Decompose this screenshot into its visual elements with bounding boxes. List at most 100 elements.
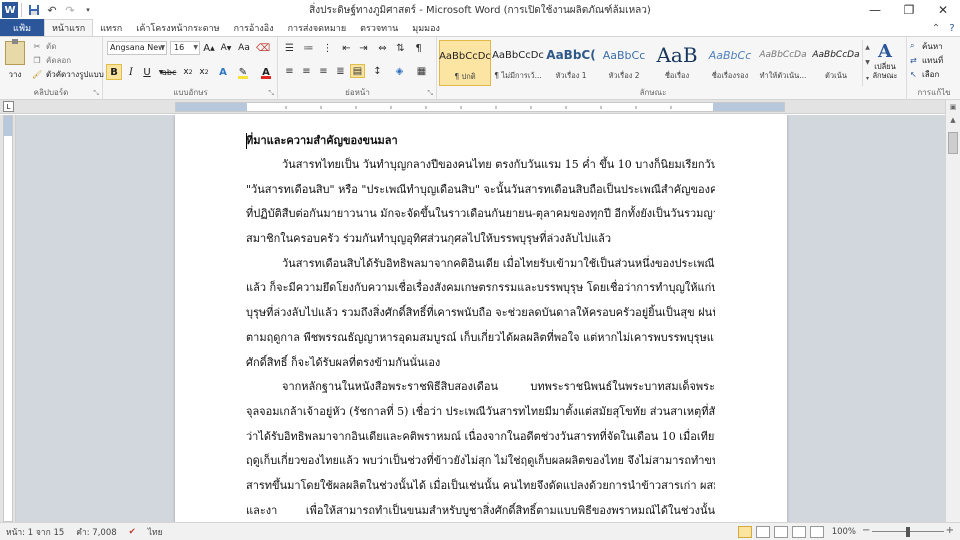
strikethrough-button[interactable]: abc bbox=[162, 64, 176, 80]
style-emphasis[interactable]: AaBbCcDa ตัวเน้น bbox=[810, 40, 862, 86]
align-center-icon[interactable]: ≡ bbox=[299, 64, 314, 78]
style-heading-1[interactable]: AaBbC( หัวเรื่อง 1 bbox=[545, 40, 597, 86]
font-color-button[interactable]: A bbox=[259, 64, 273, 80]
font-size-box[interactable]: 16 ▼ bbox=[170, 41, 200, 55]
font-group: Angsana New ( ▼ 16 ▼ A ▲ A ▼ Aa ⌫ B I U ▼ … bbox=[104, 37, 278, 100]
status-right: 100% − + bbox=[736, 525, 960, 538]
tab-home[interactable]: หน้าแรก bbox=[44, 19, 94, 36]
font-name-box[interactable]: Angsana New ( ▼ bbox=[107, 41, 167, 55]
tab-page-layout[interactable]: เค้าโครงหน้ากระดาษ bbox=[129, 20, 226, 36]
clear-formatting-icon[interactable]: ⌫ bbox=[256, 40, 270, 56]
tab-file[interactable]: แฟ้ม bbox=[0, 19, 44, 36]
style-name: ชื่อเรื่อง bbox=[664, 71, 690, 80]
align-right-icon[interactable]: ≡ bbox=[316, 64, 331, 78]
copy-icon: ❐ bbox=[33, 56, 41, 65]
sort-icon[interactable]: ⇅ bbox=[393, 41, 408, 55]
web-layout-view-button[interactable] bbox=[773, 525, 788, 538]
ruler-track[interactable] bbox=[175, 102, 785, 112]
undo-icon[interactable]: ↶ bbox=[43, 1, 61, 19]
spelling-check-icon[interactable]: ✔ bbox=[123, 527, 142, 537]
document-body[interactable]: ที่มาและความสำคัญของขนมลา วันสารทไทยเป็น… bbox=[246, 129, 715, 522]
tab-references[interactable]: การอ้างอิง bbox=[227, 20, 281, 36]
paste-button[interactable]: วาง bbox=[3, 39, 27, 83]
zoom-in-icon[interactable]: + bbox=[946, 525, 954, 536]
redo-icon[interactable]: ↷ bbox=[61, 1, 79, 19]
scroll-up-icon[interactable]: ▲ bbox=[946, 113, 960, 126]
style-normal[interactable]: AaBbCcDc ¶ ปกติ bbox=[439, 40, 491, 86]
dialog-launcher-icon[interactable]: ⤡ bbox=[427, 89, 433, 98]
zoom-slider-knob[interactable] bbox=[906, 526, 910, 537]
vertical-ruler bbox=[0, 115, 16, 522]
ruler-toggle-icon[interactable]: ▣ bbox=[946, 100, 960, 113]
full-screen-reading-view-button[interactable] bbox=[755, 525, 770, 538]
bold-button[interactable]: B bbox=[106, 64, 122, 80]
tab-insert[interactable]: แทรก bbox=[93, 20, 129, 36]
justify-icon[interactable]: ≣ bbox=[333, 64, 348, 78]
find-button[interactable]: ⌕ ค้นหา bbox=[910, 40, 943, 52]
text-effects-button[interactable]: A bbox=[216, 64, 230, 80]
highlight-button[interactable]: ✎ bbox=[236, 64, 250, 80]
style-title[interactable]: AaB ชื่อเรื่อง bbox=[651, 40, 703, 86]
vertical-scrollbar[interactable]: ▣ ▲ bbox=[945, 100, 960, 522]
format-painter-button[interactable]: 🖌 ตัวคัดวางรูปแบบ bbox=[32, 68, 104, 81]
zoom-slider[interactable]: − + bbox=[862, 525, 954, 538]
subscript-button[interactable]: x2 bbox=[181, 64, 195, 80]
italic-button[interactable]: I bbox=[124, 64, 138, 80]
borders-icon[interactable]: ▦ bbox=[414, 64, 429, 78]
restore-icon[interactable]: ❐ bbox=[892, 0, 926, 20]
style-subtitle[interactable]: AaBbCc ชื่อเรื่องรอง bbox=[704, 40, 756, 86]
copy-button[interactable]: ❐ คัดลอก bbox=[32, 54, 71, 67]
change-styles-button[interactable]: A เปลี่ยน ลักษณะ bbox=[866, 39, 904, 87]
window-controls: — ❐ ✕ bbox=[858, 0, 960, 20]
style-no-spacing[interactable]: AaBbCcDc ¶ ไม่มีการเว้... bbox=[492, 40, 544, 86]
underline-button[interactable]: U bbox=[140, 64, 154, 80]
word-count[interactable]: คำ: 7,008 bbox=[70, 525, 122, 539]
bullets-icon[interactable]: ☰ bbox=[282, 41, 297, 55]
print-layout-view-button[interactable] bbox=[737, 525, 752, 538]
help-icon[interactable]: ? bbox=[944, 23, 960, 34]
multilevel-list-icon[interactable]: ⋮ bbox=[320, 41, 335, 55]
thai-distributed-icon[interactable]: ⇔ bbox=[375, 41, 390, 55]
scrollbar-thumb[interactable] bbox=[948, 132, 958, 154]
shrink-font-button[interactable]: A ▼ bbox=[219, 40, 233, 56]
tab-view[interactable]: มุมมอง bbox=[405, 20, 447, 36]
style-subtle-emphasis[interactable]: AaBbCcDa ทำให้ตัวเน้น... bbox=[757, 40, 809, 86]
change-case-button[interactable]: Aa bbox=[237, 40, 251, 56]
cut-button[interactable]: ✂ ตัด bbox=[32, 40, 57, 53]
zoom-level[interactable]: 100% bbox=[826, 527, 862, 537]
document-line: และงา เพื่อให้สามารถทำเป็นขนมสำหรับบูชาส… bbox=[246, 503, 715, 517]
language-indicator[interactable]: ไทย bbox=[142, 525, 169, 539]
draft-view-button[interactable] bbox=[809, 525, 824, 538]
replace-button[interactable]: ⇄ แทนที่ bbox=[910, 54, 943, 66]
document-area[interactable]: ที่มาและความสำคัญของขนมลา วันสารทไทยเป็น… bbox=[16, 115, 945, 522]
save-icon[interactable] bbox=[25, 1, 43, 19]
minimize-ribbon-icon[interactable]: ⌃ bbox=[928, 23, 944, 34]
outline-view-button[interactable] bbox=[791, 525, 806, 538]
superscript-button[interactable]: x2 bbox=[197, 64, 211, 80]
grow-font-button[interactable]: A ▲ bbox=[202, 40, 216, 56]
document-page[interactable]: ที่มาและความสำคัญของขนมลา วันสารทไทยเป็น… bbox=[175, 115, 787, 522]
ruler-v-track[interactable] bbox=[3, 115, 13, 522]
select-button[interactable]: ↖ เลือก bbox=[910, 68, 939, 80]
tab-selector-icon[interactable]: L bbox=[3, 101, 14, 112]
tab-mailings[interactable]: การส่งจดหมาย bbox=[281, 20, 354, 36]
style-heading-2[interactable]: AaBbCc หัวเรื่อง 2 bbox=[598, 40, 650, 86]
increase-indent-icon[interactable]: ⇥ bbox=[356, 41, 371, 55]
shading-icon[interactable]: ◈ bbox=[392, 64, 407, 78]
align-left-icon[interactable]: ≡ bbox=[282, 64, 297, 78]
thai-justify-icon[interactable]: ▤ bbox=[350, 64, 365, 78]
dialog-launcher-icon[interactable]: ⤡ bbox=[268, 89, 274, 98]
page-count[interactable]: หน้า: 1 จาก 15 bbox=[0, 525, 70, 539]
tab-review[interactable]: ตรวจทาน bbox=[353, 20, 405, 36]
line-spacing-icon[interactable]: ↕ bbox=[370, 64, 385, 78]
status-bar: หน้า: 1 จาก 15 คำ: 7,008 ✔ ไทย 100% − + bbox=[0, 522, 960, 540]
decrease-indent-icon[interactable]: ⇤ bbox=[339, 41, 354, 55]
minimize-icon[interactable]: — bbox=[858, 0, 892, 20]
close-icon[interactable]: ✕ bbox=[926, 0, 960, 20]
word-logo-icon[interactable]: W bbox=[2, 2, 18, 18]
zoom-out-icon[interactable]: − bbox=[862, 525, 870, 536]
dialog-launcher-icon[interactable]: ⤡ bbox=[93, 89, 99, 98]
customize-qat-icon[interactable]: ▾ bbox=[79, 1, 97, 19]
numbering-icon[interactable]: ≔ bbox=[301, 41, 316, 55]
show-marks-icon[interactable]: ¶ bbox=[411, 41, 426, 55]
